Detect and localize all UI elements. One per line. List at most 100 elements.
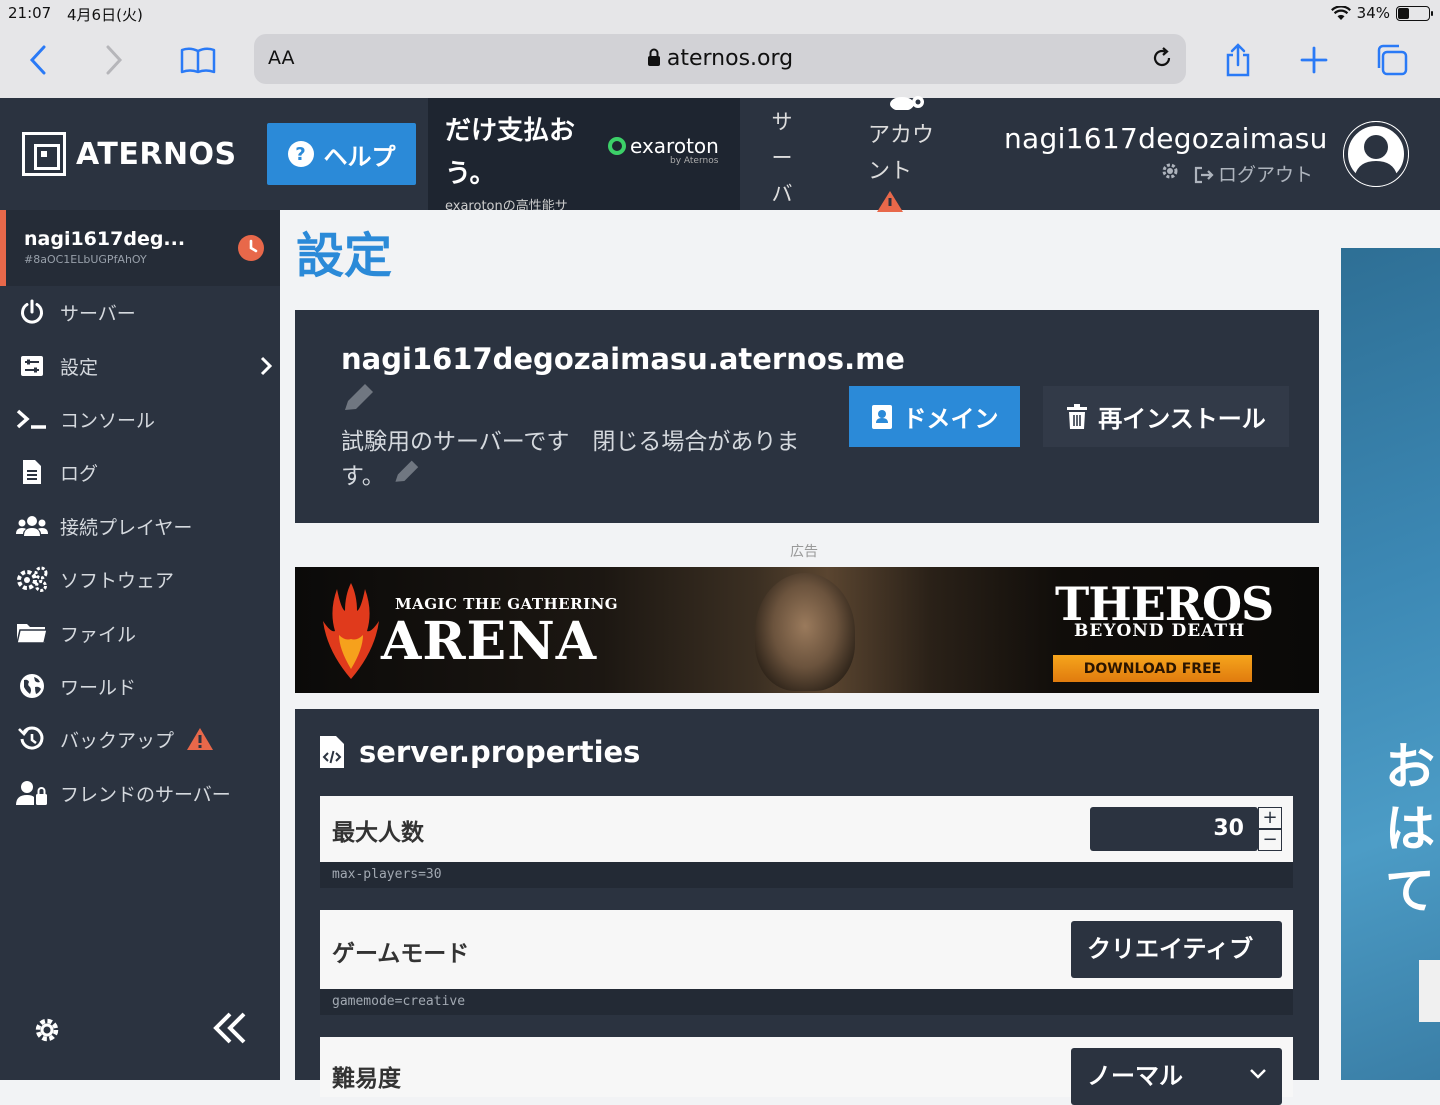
chevron-down-icon bbox=[1250, 1069, 1266, 1079]
server-card[interactable]: nagi1617deg... #8aOC1ELbUGPfAhOY bbox=[0, 210, 280, 286]
sidebar-item-log[interactable]: ログ bbox=[0, 450, 280, 494]
share-button[interactable] bbox=[1218, 42, 1258, 78]
folder-icon bbox=[16, 619, 48, 647]
exaroton-by: by Aternos bbox=[670, 156, 719, 166]
sidebar-item-friend-servers[interactable]: フレンドのサーバー bbox=[0, 771, 280, 815]
server-name: nagi1617deg... bbox=[24, 228, 186, 250]
decrement-button[interactable]: − bbox=[1258, 829, 1282, 851]
difficulty-select[interactable]: ノーマル bbox=[1071, 1048, 1282, 1105]
max-players-input[interactable]: 30 bbox=[1090, 807, 1258, 851]
tabs-icon bbox=[1377, 44, 1408, 76]
trash-icon bbox=[1067, 403, 1088, 429]
collapse-sidebar-button[interactable] bbox=[212, 1010, 248, 1050]
status-date: 4月6日(火) bbox=[67, 6, 143, 24]
sidebar: nagi1617deg... #8aOC1ELbUGPfAhOY サーバー 設定… bbox=[0, 210, 280, 1080]
warning-icon bbox=[877, 191, 903, 212]
sign-out-icon bbox=[1194, 166, 1214, 184]
terminal-icon bbox=[16, 405, 48, 433]
nav-server-link[interactable]: サーバ bbox=[770, 104, 794, 212]
logout-label: ログアウト bbox=[1218, 164, 1314, 186]
pencil-icon bbox=[345, 383, 373, 410]
gamemode-value: クリエイティブ bbox=[1087, 935, 1254, 963]
sidebar-item-files[interactable]: ファイル bbox=[0, 611, 280, 655]
sidebar-item-server[interactable]: サーバー bbox=[0, 290, 280, 334]
exaroton-logo: exaroton by Aternos bbox=[608, 134, 719, 166]
domain-button[interactable]: ドメイン bbox=[849, 386, 1020, 447]
ad-arena-text: ARENA bbox=[381, 611, 598, 672]
forward-button[interactable] bbox=[94, 42, 134, 78]
server-address-text: nagi1617degozaimasu.aternos.me bbox=[341, 342, 905, 376]
ad-download-button[interactable]: DOWNLOAD FREE bbox=[1053, 655, 1252, 682]
sidebar-item-settings[interactable]: 設定 bbox=[0, 344, 280, 388]
history-icon bbox=[16, 725, 48, 753]
sidebar-item-label: 設定 bbox=[60, 356, 99, 379]
cogs-icon bbox=[16, 565, 48, 593]
user-links: ログアウト bbox=[1160, 160, 1313, 187]
sidebar-item-backups[interactable]: バックアップ bbox=[0, 717, 280, 761]
sidebar-item-label: フレンドのサーバー bbox=[60, 783, 231, 806]
browser-toolbar: AA aternos.org bbox=[0, 28, 1440, 98]
chevron-right-icon bbox=[106, 45, 123, 75]
sidebar-item-players[interactable]: 接続プレイヤー bbox=[0, 504, 280, 548]
pencil-icon bbox=[395, 460, 419, 482]
bookmarks-button[interactable] bbox=[178, 42, 218, 78]
reinstall-button[interactable]: 再インストール bbox=[1043, 386, 1289, 447]
logout-link[interactable]: ログアウト bbox=[1194, 160, 1313, 187]
user-avatar[interactable] bbox=[1343, 121, 1409, 187]
help-button[interactable]: ? ヘルプ bbox=[267, 123, 416, 185]
edit-motd-button[interactable] bbox=[392, 459, 420, 495]
tabs-button[interactable] bbox=[1372, 42, 1412, 78]
ad-label: 広告 bbox=[790, 544, 818, 560]
user-settings-button[interactable] bbox=[1160, 161, 1180, 186]
domain-label: ドメイン bbox=[902, 405, 999, 433]
url-value: aternos.org bbox=[666, 46, 794, 71]
sidebar-item-label: サーバー bbox=[60, 302, 136, 325]
back-button[interactable] bbox=[18, 42, 58, 78]
reload-icon bbox=[1153, 47, 1171, 67]
increment-button[interactable]: + bbox=[1258, 807, 1282, 829]
aternos-logo[interactable]: ATERNOS bbox=[22, 132, 237, 176]
file-icon bbox=[16, 458, 48, 486]
sidebar-item-label: コンソール bbox=[60, 409, 156, 432]
globe-icon bbox=[16, 672, 48, 700]
side-ad[interactable]: おはて bbox=[1341, 248, 1440, 1080]
plus-icon bbox=[1300, 46, 1328, 74]
exaroton-promo[interactable]: だけ支払おう。 exarotonの高性能サ exaroton by Aterno… bbox=[428, 98, 740, 210]
flame-logo-icon bbox=[323, 583, 379, 679]
promo-subtext: exarotonの高性能サ bbox=[445, 199, 568, 210]
promo-headline: だけ支払おう。 bbox=[445, 116, 576, 189]
property-key: gamemode=creative bbox=[320, 989, 1293, 1015]
server-info-panel: nagi1617degozaimasu.aternos.me 試験用のサーバーで… bbox=[295, 310, 1319, 523]
ad-banner[interactable]: MAGIC THE GATHERING ARENA THEROS BEYOND … bbox=[295, 567, 1319, 693]
sidebar-item-label: ログ bbox=[60, 462, 99, 485]
gamemode-select[interactable]: クリエイティブ bbox=[1071, 921, 1282, 978]
page-title: 設定 bbox=[296, 228, 393, 284]
edit-address-button[interactable] bbox=[341, 382, 375, 425]
users-icon bbox=[16, 512, 48, 540]
sidebar-settings-button[interactable] bbox=[33, 1016, 61, 1048]
gear-icon bbox=[35, 1018, 59, 1042]
chevron-left-icon bbox=[29, 45, 46, 75]
sidebar-item-label: 接続プレイヤー bbox=[60, 516, 193, 539]
sliders-icon bbox=[16, 352, 48, 380]
sidebar-item-console[interactable]: コンソール bbox=[0, 397, 280, 441]
side-ad-text: おはて bbox=[1385, 738, 1435, 920]
properties-title: server.properties bbox=[319, 735, 640, 769]
new-tab-button[interactable] bbox=[1294, 42, 1334, 78]
reinstall-label: 再インストール bbox=[1098, 405, 1266, 433]
property-key: max-players=30 bbox=[320, 862, 1293, 888]
properties-title-text: server.properties bbox=[359, 735, 641, 769]
lock-icon bbox=[647, 48, 660, 66]
username: nagi1617degozaimasu bbox=[1004, 122, 1328, 155]
property-row: 最大人数 30 + − bbox=[320, 796, 1293, 862]
property-max-players: 最大人数 30 + − max-players=30 bbox=[320, 796, 1293, 888]
reload-button[interactable] bbox=[1150, 46, 1174, 74]
ad-beyond-text: BEYOND DEATH bbox=[1074, 621, 1246, 641]
question-icon: ? bbox=[287, 141, 314, 167]
address-bar[interactable]: AA aternos.org bbox=[254, 34, 1186, 84]
sidebar-item-software[interactable]: ソフトウェア bbox=[0, 557, 280, 601]
sidebar-item-worlds[interactable]: ワールド bbox=[0, 664, 280, 708]
status-time: 21:07 bbox=[8, 4, 52, 22]
side-ad-button[interactable] bbox=[1419, 960, 1440, 1022]
battery-percent: 34% bbox=[1356, 4, 1390, 22]
